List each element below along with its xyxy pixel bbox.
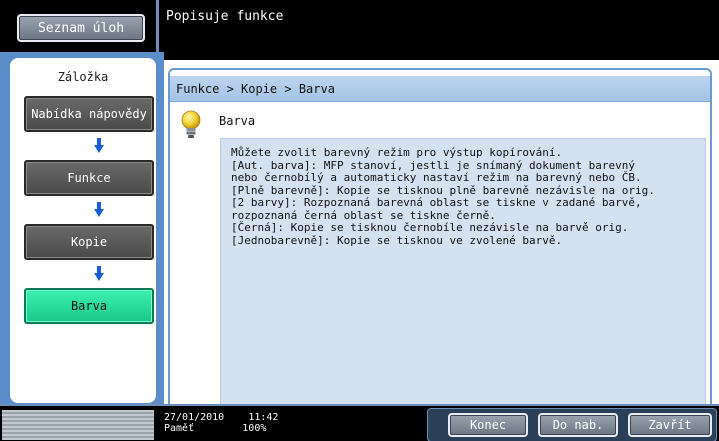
sidebar-item-copy[interactable]: Kopie	[24, 224, 154, 260]
top-divider	[156, 0, 159, 60]
sidebar: Záložka Nabídka nápovědy Funkce Kopie Ba…	[0, 52, 164, 412]
sidebar-item-help-menu[interactable]: Nabídka nápovědy	[24, 96, 154, 132]
status-bar: 27/01/2010 11:42 Paměť 100% Konec Do nab…	[0, 404, 719, 441]
arrow-down-icon	[94, 138, 104, 153]
sidebar-inner: Záložka Nabídka nápovědy Funkce Kopie Ba…	[10, 58, 156, 403]
main-panel: Funkce > Kopie > Barva Barva Můžete zvol…	[168, 68, 712, 412]
lightbulb-icon	[181, 110, 201, 138]
sidebar-item-functions[interactable]: Funkce	[24, 160, 154, 196]
back-to-menu-button[interactable]: Do nab.	[538, 413, 618, 437]
section-heading: Barva	[219, 114, 256, 128]
main-content: Funkce > Kopie > Barva Barva Můžete zvol…	[164, 60, 719, 412]
status-stripes	[2, 410, 154, 440]
memory-label: Paměť	[164, 423, 195, 434]
bookmark-tab-label: Záložka	[57, 70, 109, 84]
description-text: Můžete zvolit barevný režim pro výstup k…	[220, 138, 706, 406]
time-text: 11:42	[248, 412, 279, 423]
end-button[interactable]: Konec	[448, 413, 528, 437]
breadcrumb: Funkce > Kopie > Barva	[170, 76, 710, 102]
sidebar-item-color[interactable]: Barva	[24, 288, 154, 324]
top-bar: Seznam úloh Popisuje funkce	[0, 0, 719, 60]
close-button[interactable]: Zavřít	[628, 413, 712, 437]
page-title: Popisuje funkce	[166, 9, 284, 24]
memory-value: 100%	[242, 423, 267, 434]
date-time-display: 27/01/2010 11:42 Paměť 100%	[164, 412, 278, 434]
date-text: 27/01/2010	[164, 412, 225, 423]
arrow-down-icon	[94, 202, 104, 217]
status-panel	[2, 410, 154, 440]
task-list-button[interactable]: Seznam úloh	[17, 14, 145, 42]
arrow-down-icon	[94, 266, 104, 281]
